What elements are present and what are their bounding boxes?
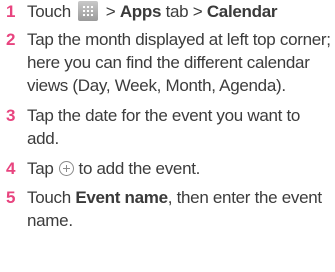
step-text: , then enter the event name. [27,188,322,230]
separator: > [192,2,203,21]
apps-label: Apps [119,2,162,21]
apps-grid-icon [78,1,99,21]
step-text: Tap the month displayed at left top corn… [27,30,331,95]
calendar-label: Calendar [206,2,278,21]
step-text-touch: Touch [27,2,71,21]
step-1: 1 Touch > Apps tab > Calendar [0,0,335,23]
step-text-tap: Tap [27,159,54,178]
step-4: 4 Tap to add the event. [0,157,335,180]
step-2: 2 Tap the month displayed at left top co… [0,28,335,97]
tab-label: tab [165,2,189,21]
step-text-touch: Touch [27,188,71,207]
step-number: 2 [6,30,16,49]
step-3: 3 Tap the date for the event you want to… [0,104,335,150]
step-5: 5 Touch Event name, then enter the event… [0,186,335,232]
step-number: 1 [6,2,16,21]
step-number: 4 [6,159,16,178]
instruction-steps: 1 Touch > Apps tab > Calendar 2 Tap the … [0,0,335,232]
step-number: 3 [6,106,16,125]
event-name-label: Event name [75,188,168,207]
add-circle-icon [58,161,74,176]
step-number: 5 [6,188,16,207]
step-text: to add the event. [78,159,201,178]
step-text: Tap the date for the event you want to a… [27,106,301,148]
separator: > [105,2,116,21]
